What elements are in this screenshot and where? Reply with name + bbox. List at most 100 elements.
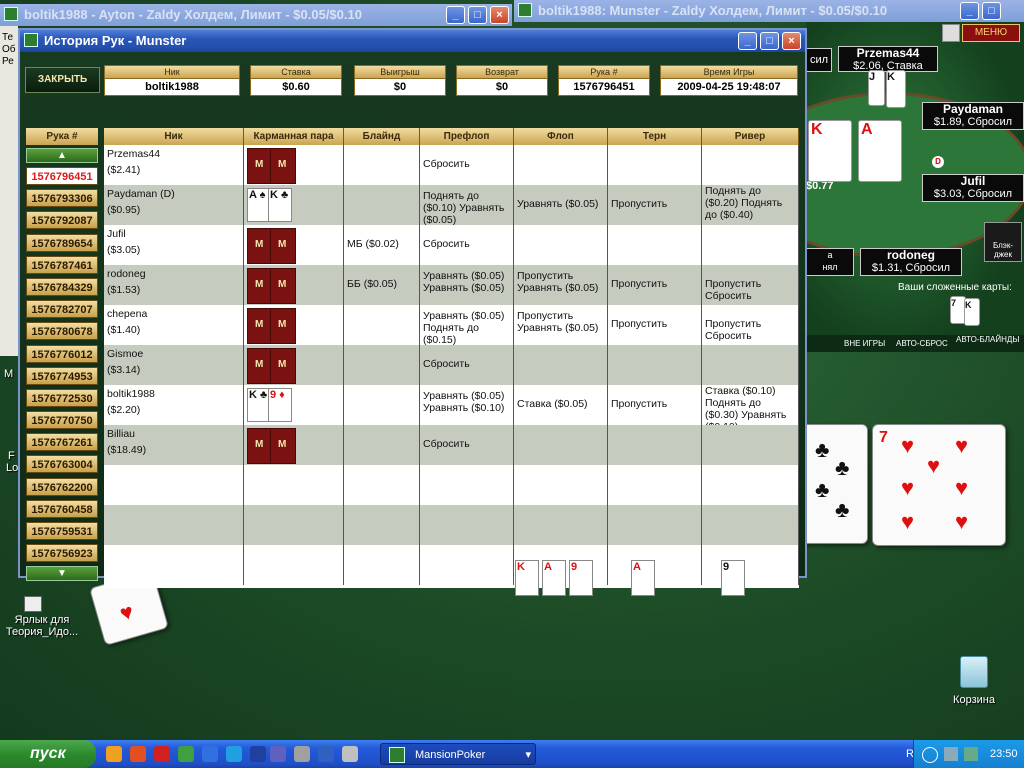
table-row: Billiau ($18.49) Сбросить (104, 425, 799, 465)
option-autofold[interactable]: АВТО-СБРОС (896, 339, 948, 348)
column-header: Префлоп (420, 128, 514, 145)
empty-cell (514, 505, 608, 545)
close-icon[interactable]: × (490, 6, 509, 24)
hand-button[interactable]: 1576770750 (26, 411, 98, 430)
turn-cell (608, 225, 702, 265)
header-time: Время Игры 2009-04-25 19:48:07 (660, 65, 798, 96)
hand-button[interactable]: 1576756923 (26, 544, 98, 563)
quicklaunch-icon[interactable] (130, 746, 146, 762)
hand-button[interactable]: 1576787461 (26, 255, 98, 274)
hand-button[interactable]: 1576760458 (26, 499, 98, 518)
hand-button[interactable]: 1576780678 (26, 322, 98, 341)
header-win: Выигрыш $0 (354, 65, 446, 96)
header-nick: Ник boltik1988 (104, 65, 240, 96)
turn-cell (608, 145, 702, 185)
empty-cell (244, 465, 344, 505)
board-card: A (858, 120, 902, 182)
hand-button[interactable]: 1576792087 (26, 211, 98, 230)
start-button[interactable]: пуск (0, 740, 96, 768)
blind-cell: ББ ($0.05) (344, 265, 420, 305)
board-card: K (808, 120, 852, 182)
window-left-titlebar[interactable]: boltik1988 - Ayton - Zaldy Холдем, Лимит… (0, 4, 512, 26)
hand-detail-table: Ник Карманная пара Блайнд Префлоп Флоп Т… (104, 128, 799, 596)
column-header: Флоп (514, 128, 608, 145)
recycle-bin-label[interactable]: Корзина (946, 694, 1002, 706)
hand-button[interactable]: 1576776012 (26, 344, 98, 363)
folded-cards-label: Ваши сложенные карты: (898, 282, 1012, 293)
blackjack-button[interactable]: Блэк-джек (984, 222, 1022, 262)
option-autoblinds[interactable]: АВТО-БЛАЙНДЫ (956, 335, 1019, 344)
minimize-icon[interactable]: _ (960, 2, 979, 20)
seat-partial-info: нял (822, 262, 838, 272)
shortcut-label[interactable]: Ярлык для Теория_Идо... (2, 614, 82, 638)
hand-button[interactable]: 1576784329 (26, 277, 98, 296)
network-icon[interactable] (964, 747, 978, 761)
empty-cell (344, 465, 420, 505)
river-cell (702, 225, 799, 265)
quicklaunch-icon[interactable] (106, 746, 122, 762)
volume-icon[interactable] (944, 747, 958, 761)
quicklaunch-icon[interactable] (318, 746, 334, 762)
tray-chevron-icon[interactable] (922, 747, 938, 763)
taskbar: пуск MansionPoker ▾ RU 23:50 (0, 740, 1024, 768)
scroll-up-icon[interactable]: ▲ (26, 148, 98, 163)
quicklaunch-icon[interactable] (250, 746, 266, 762)
close-icon[interactable]: × (782, 32, 801, 50)
hand-button[interactable]: 1576782707 (26, 300, 98, 319)
table-row: Przemas44 ($2.41) Сбросить (104, 145, 799, 185)
hand-button[interactable]: 1576763004 (26, 455, 98, 474)
minimize-icon[interactable]: _ (738, 32, 757, 50)
minimize-icon[interactable]: _ (446, 6, 465, 24)
table-header: Ник Карманная пара Блайнд Префлоп Флоп Т… (104, 128, 799, 145)
quicklaunch-icon[interactable] (178, 746, 194, 762)
menu-button[interactable]: МЕНЮ (962, 24, 1020, 42)
player-cell: Paydaman (D) ($0.95) (104, 185, 244, 225)
option-sitout[interactable]: ВНЕ ИГРЫ (844, 339, 885, 348)
close-button[interactable]: ЗАКРЫТЬ (25, 67, 100, 93)
scroll-down-icon[interactable]: ▼ (26, 566, 98, 582)
hand-button[interactable]: 1576762200 (26, 477, 98, 496)
hand-button[interactable]: 1576793306 (26, 189, 98, 208)
quicklaunch-icon[interactable] (154, 746, 170, 762)
empty-cell (702, 465, 799, 505)
seat-paydaman[interactable]: Paydaman $1.89, Сбросил (922, 102, 1024, 130)
taskbar-item-mansionpoker[interactable]: MansionPoker ▾ (380, 743, 536, 765)
table-row: Gismoe ($3.14) Сбросить (104, 345, 799, 385)
recycle-bin-icon[interactable] (960, 656, 988, 688)
table-row: Paydaman (D) ($0.95) A ♠ K ♣ Поднять до ($0.… (104, 185, 799, 225)
quicklaunch-icon[interactable] (342, 746, 358, 762)
maximize-icon[interactable]: □ (760, 32, 779, 50)
column-header: Блайнд (344, 128, 420, 145)
maximize-icon[interactable]: □ (982, 2, 1001, 20)
hand-button[interactable]: 1576772530 (26, 388, 98, 407)
quicklaunch-icon[interactable] (294, 746, 310, 762)
preflop-cell: Сбросить (420, 425, 514, 465)
hand-button[interactable]: 1576774953 (26, 366, 98, 385)
window-right-titlebar[interactable]: boltik1988: Munster - Zaldy Холдем, Лими… (514, 0, 1024, 22)
blind-cell (344, 345, 420, 385)
flop-cell (514, 425, 608, 465)
flop-cell: Уравнять ($0.05) (514, 185, 608, 225)
hand-history-titlebar[interactable]: История Рук - Munster _ □ × (20, 30, 805, 52)
shortcut-icon[interactable] (24, 596, 42, 612)
hand-button[interactable]: 1576796451 (26, 167, 98, 185)
seat-rodoneg[interactable]: rodoneg $1.31, Сбросил (860, 248, 962, 276)
hand-button[interactable]: 1576789654 (26, 233, 98, 252)
seat-name: Jufil (960, 174, 986, 188)
quicklaunch-icon[interactable] (226, 746, 242, 762)
hand-button[interactable]: 1576759531 (26, 522, 98, 540)
river-cell (702, 145, 799, 185)
blind-cell: МБ ($0.02) (344, 225, 420, 265)
quicklaunch-icon[interactable] (270, 746, 286, 762)
ie-icon[interactable] (202, 746, 218, 762)
folded-card: K (964, 298, 980, 326)
window-icon[interactable] (942, 24, 960, 42)
player-stack: ($1.53) (107, 284, 141, 296)
hand-button[interactable]: 1576767261 (26, 433, 98, 452)
flop-card: 9 (569, 560, 593, 596)
app-icon (4, 7, 18, 21)
seat-przemas44[interactable]: Przemas44 $2.06, Ставка (838, 46, 938, 72)
maximize-icon[interactable]: □ (468, 6, 487, 24)
flop-cell: Пропустить Уравнять ($0.05) (514, 265, 608, 305)
seat-jufil[interactable]: Jufil $3.03, Сбросил (922, 174, 1024, 202)
